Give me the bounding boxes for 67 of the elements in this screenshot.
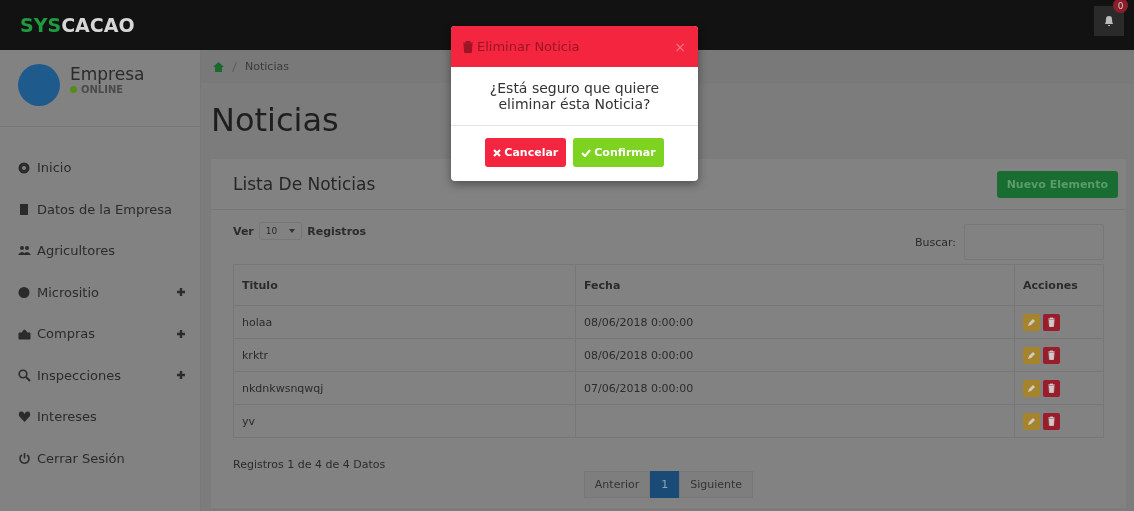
length-label: Ver [233,224,254,238]
table-cell: nkdnkwsnqwqj [233,371,576,405]
search-label: Buscar: [914,235,956,249]
delete-button[interactable] [1043,379,1060,397]
edit-button[interactable] [1023,313,1040,331]
table-cell: 07/06/2018 0:00:00 [575,371,1015,405]
pagination-button[interactable]: 1 [650,471,680,498]
trash-icon [1047,317,1056,327]
user-name: Empresa [70,64,145,84]
dashboard-icon [18,161,31,175]
close-icon [493,148,502,157]
delete-button[interactable] [1043,412,1060,430]
power-icon [18,451,31,465]
cancel-button[interactable]: Cancelar [485,138,567,168]
bag-icon [18,327,31,341]
user-status: ONLINE [81,84,124,95]
breadcrumb-item: Noticias [245,60,289,73]
edit-button[interactable] [1023,412,1040,430]
pencil-icon [1027,383,1036,393]
pagination-button[interactable]: Siguiente [679,471,754,498]
brand-logo[interactable]: SYSCACAO [20,14,135,36]
pencil-icon [1027,350,1036,360]
edit-button[interactable] [1023,346,1040,364]
table-cell: krktr [233,338,576,372]
sidebar-item[interactable]: Agricultores [0,230,200,272]
sidebar-item[interactable]: Cerrar Sesión [0,437,200,479]
sidebar-item[interactable]: Compras [0,313,200,355]
delete-button[interactable] [1043,346,1060,364]
check-icon [581,148,592,157]
trash-icon [1047,350,1056,360]
table-cell: holaa [233,305,576,339]
sidebar-item[interactable]: Intereses [0,396,200,438]
column-header[interactable]: Acciones [1014,264,1104,306]
dialog-message: ¿Está seguro que quiere eliminar ésta Noticia? [451,67,698,127]
search-icon [18,368,31,382]
new-item-button[interactable]: Nuevo Elemento [996,170,1118,198]
caret-icon [289,227,296,235]
sidebar-item[interactable]: Inicio [0,147,200,189]
trash-icon [1047,416,1056,426]
table-cell: 08/06/2018 0:00:00 [575,338,1015,372]
pencil-icon [1027,317,1036,327]
sidebar-item[interactable]: Inspecciones [0,354,200,396]
avatar [18,64,60,106]
users-icon [18,244,31,258]
card-title: Lista De Noticias [233,174,376,194]
home-icon[interactable] [213,61,224,72]
separator-icon [232,61,237,72]
bell-icon [1104,15,1114,27]
sidebar-item[interactable]: Datos de la Empresa [0,188,200,230]
table-cell: 08/06/2018 0:00:00 [575,305,1015,339]
heart-icon [18,410,31,424]
pagination-button[interactable]: Anterior [583,471,651,498]
trash-icon [1047,383,1056,393]
length-label: Registros [307,224,367,238]
notification-badge: 0 [1113,0,1128,13]
column-header[interactable]: Fecha [575,264,1015,306]
dialog-title: Eliminar Noticia [477,39,580,54]
delete-button[interactable] [1043,313,1060,331]
edit-button[interactable] [1023,379,1040,397]
page-length-select[interactable]: 10 [258,222,303,240]
column-header[interactable]: Titulo [233,264,576,306]
pencil-icon [1027,416,1036,426]
table-cell: yv [233,404,576,438]
page-title: Noticias [211,101,339,139]
table-info: Registros 1 de 4 de 4 Datos [233,458,387,471]
trash-icon [463,40,473,53]
sidebar-item[interactable]: Micrositio [0,271,200,313]
